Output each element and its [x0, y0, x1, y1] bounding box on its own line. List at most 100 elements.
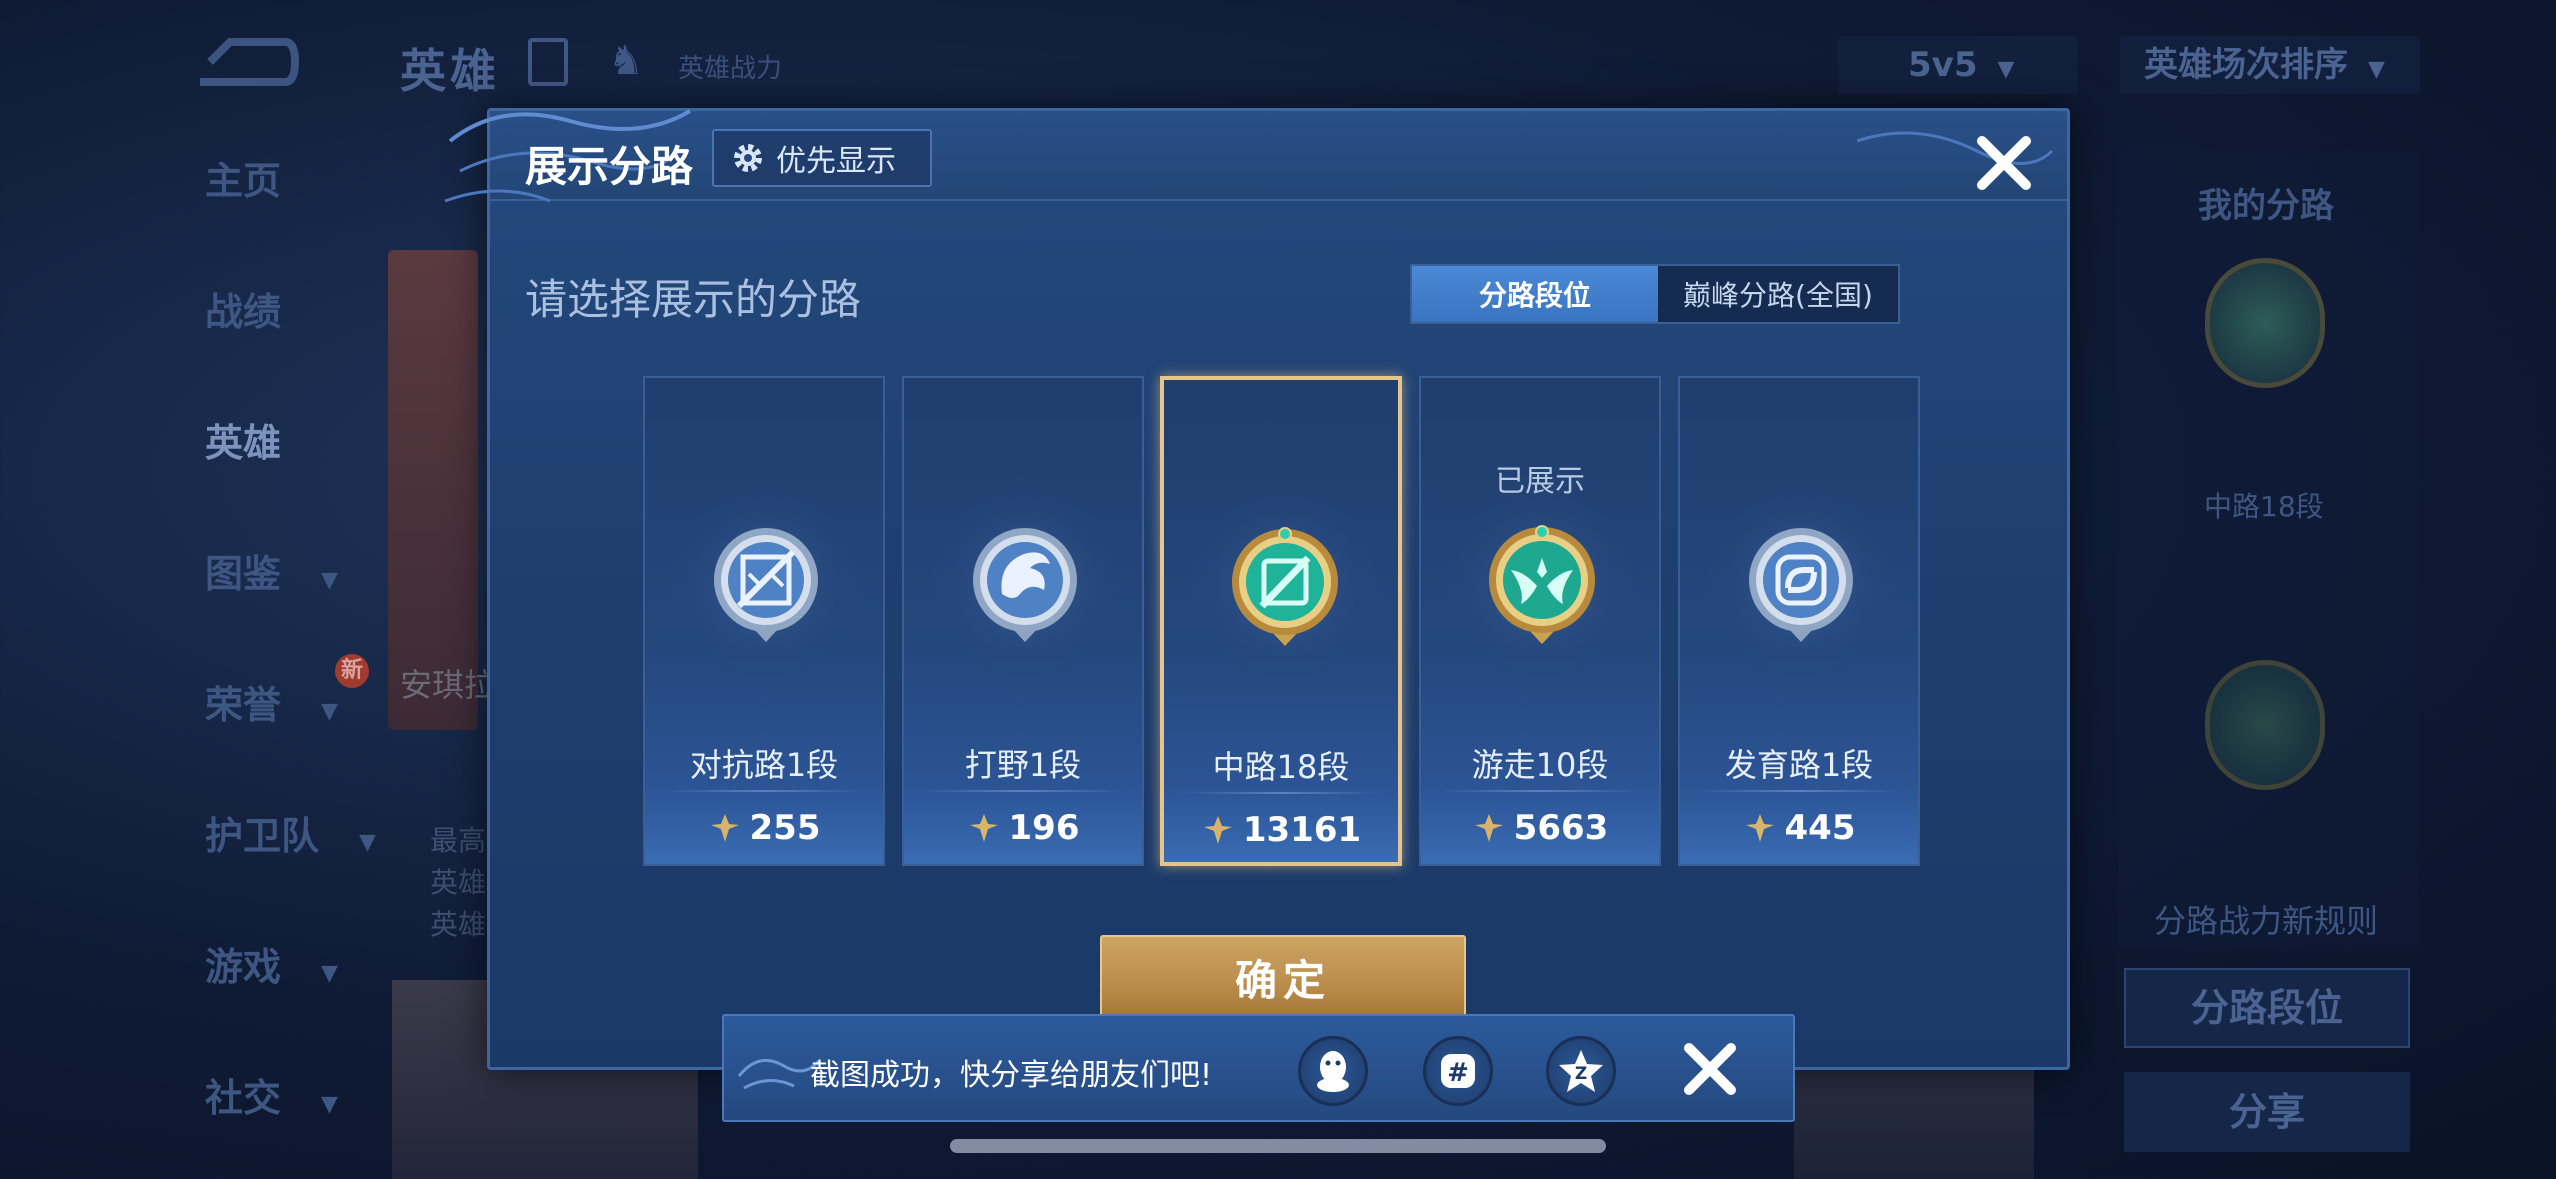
page-title: 英雄	[400, 44, 500, 98]
jungle-badge-icon	[973, 528, 1077, 642]
qzone-icon[interactable]: Z	[1546, 1036, 1616, 1106]
stat-line: 英雄	[430, 866, 487, 899]
lane-power: 13161	[1164, 810, 1398, 850]
divider	[1180, 792, 1382, 794]
lane-power-value: 255	[749, 808, 821, 848]
nav-item-label: 主页	[205, 159, 282, 203]
chevron-down-icon: ▼	[359, 830, 376, 855]
share-message: 截图成功，快分享给朋友们吧!	[810, 1058, 1213, 1093]
power-icon	[1203, 816, 1232, 844]
divider	[1437, 790, 1643, 792]
power-icon	[710, 814, 739, 842]
instruction-text: 请选择展示的分路	[525, 275, 862, 324]
dialog-title: 展示分路	[525, 142, 694, 191]
sort-select[interactable]: 英雄场次排序 ▼	[2120, 36, 2420, 94]
lane-power-rules-link[interactable]: 分路战力新规则	[2154, 896, 2378, 942]
lane-rank-button[interactable]: 分路段位	[2124, 968, 2410, 1048]
power-icon	[1745, 814, 1774, 842]
nav-item-home[interactable]: 主页	[150, 150, 390, 281]
my-lane-title: 我的分路	[2198, 186, 2334, 226]
share-button[interactable]: 分享	[2124, 1072, 2410, 1152]
document-icon[interactable]	[528, 38, 568, 86]
lane-rank-label: 游走10段	[1471, 746, 1609, 784]
priority-display-button[interactable]: 优先显示	[712, 129, 932, 187]
nav-item-label: 图鉴	[205, 552, 282, 596]
priority-display-label: 优先显示	[776, 144, 896, 179]
mid-lane-badge-icon	[1232, 527, 1338, 646]
lane-rank-label: 打野1段	[964, 746, 1082, 784]
hero-name: 安琪拉	[400, 666, 497, 704]
hero-stats-text: 最高 英雄 英雄	[430, 820, 486, 946]
roam-badge-icon	[1489, 525, 1595, 644]
nav-item-label: 英雄	[205, 421, 282, 465]
lane-power-value: 196	[1008, 808, 1080, 848]
lane-power: 445	[1680, 808, 1918, 848]
svg-text:#: #	[1447, 1058, 1469, 1088]
screenshot-share-bar: 截图成功，快分享给朋友们吧! # Z	[722, 1014, 1795, 1122]
nav-item-records[interactable]: 战绩	[150, 281, 390, 412]
back-icon[interactable]	[190, 32, 300, 92]
nav-item-guard[interactable]: 护卫队 ▼	[150, 805, 390, 936]
hero-card[interactable]	[388, 250, 478, 730]
mid-lane-badge-icon	[2205, 258, 2325, 388]
svg-text:Z: Z	[1575, 1064, 1587, 1084]
side-nav: 主页 战绩 英雄 图鉴 ▼ 新荣誉 ▼ 护卫队 ▼ 游戏 ▼ 社交 ▼	[150, 150, 390, 1179]
lane-card-clash[interactable]: 对抗路1段 255	[643, 376, 885, 866]
nav-item-label: 战绩	[205, 290, 282, 334]
qq-icon[interactable]	[1298, 1036, 1368, 1106]
new-badge: 新	[335, 654, 369, 688]
divider	[1696, 790, 1902, 792]
tab-lane-rank[interactable]: 分路段位	[1412, 266, 1658, 322]
nav-item-social[interactable]: 社交 ▼	[150, 1067, 390, 1179]
chevron-down-icon: ▼	[321, 1092, 338, 1117]
wechat-moments-icon[interactable]: #	[1423, 1036, 1493, 1106]
lane-power-value: 13161	[1242, 810, 1362, 850]
lane-card-mid[interactable]: 中路18段 13161	[1160, 376, 1402, 866]
close-icon[interactable]	[1679, 1038, 1741, 1100]
stat-line: 英雄	[430, 908, 487, 941]
chevron-down-icon: ▼	[321, 568, 338, 593]
lane-power: 196	[904, 808, 1142, 848]
chevron-down-icon: ▼	[321, 699, 338, 724]
sort-select-value: 英雄场次排序	[2144, 45, 2348, 85]
lane-rank-label: 中路18段	[1212, 748, 1350, 786]
chevron-down-icon: ▼	[321, 961, 338, 986]
lane-card-farm[interactable]: 发育路1段 445	[1678, 376, 1920, 866]
lane-rank-label: 对抗路1段	[689, 746, 839, 784]
clash-lane-badge-icon	[714, 528, 818, 642]
tab-peak-lane-national[interactable]: 巅峰分路(全国)	[1657, 266, 1898, 322]
mode-select-value: 5v5	[1908, 45, 1978, 85]
nav-item-label: 社交	[205, 1076, 282, 1120]
nav-item-games[interactable]: 游戏 ▼	[150, 936, 390, 1067]
hero-power-label: 英雄战力	[678, 54, 783, 84]
divider	[661, 790, 867, 792]
lane-power-value: 445	[1784, 808, 1856, 848]
lane-card-jungle[interactable]: 打野1段 196	[902, 376, 1144, 866]
chevron-down-icon: ▼	[1997, 57, 2015, 82]
gear-icon	[734, 144, 762, 172]
lane-display-dialog: 展示分路 优先显示 请选择展示的分路 分路段位 巅峰分路(全国) 对抗路1段 2…	[444, 108, 2070, 1070]
my-lane-rank: 中路18段	[2204, 490, 2324, 523]
lane-power-value: 5663	[1513, 808, 1609, 848]
divider	[920, 790, 1126, 792]
power-icon	[969, 814, 998, 842]
farm-lane-badge-icon	[1749, 528, 1853, 642]
power-icon	[1474, 814, 1503, 842]
dialog-header: 展示分路 优先显示	[444, 109, 2067, 203]
lane-rank-label: 发育路1段	[1724, 746, 1874, 784]
roam-badge-icon	[2205, 660, 2325, 790]
close-icon[interactable]	[1972, 131, 2036, 195]
helmet-icon: ♞	[608, 38, 644, 84]
stat-line: 最高	[430, 824, 487, 857]
chevron-down-icon: ▼	[2368, 57, 2385, 82]
lane-mode-toggle: 分路段位 巅峰分路(全国)	[1410, 264, 1900, 324]
nav-item-honor[interactable]: 新荣誉 ▼	[150, 654, 390, 805]
lane-card-roam[interactable]: 已展示 游走10段 5663	[1419, 376, 1661, 866]
mode-select[interactable]: 5v5 ▼	[1838, 36, 2078, 94]
nav-item-label: 荣誉	[205, 683, 282, 727]
lane-power: 5663	[1421, 808, 1659, 848]
lane-power: 255	[645, 808, 883, 848]
home-indicator[interactable]	[950, 1139, 1606, 1153]
nav-item-label: 护卫队	[205, 814, 320, 858]
nav-item-heroes[interactable]: 英雄	[150, 412, 390, 543]
